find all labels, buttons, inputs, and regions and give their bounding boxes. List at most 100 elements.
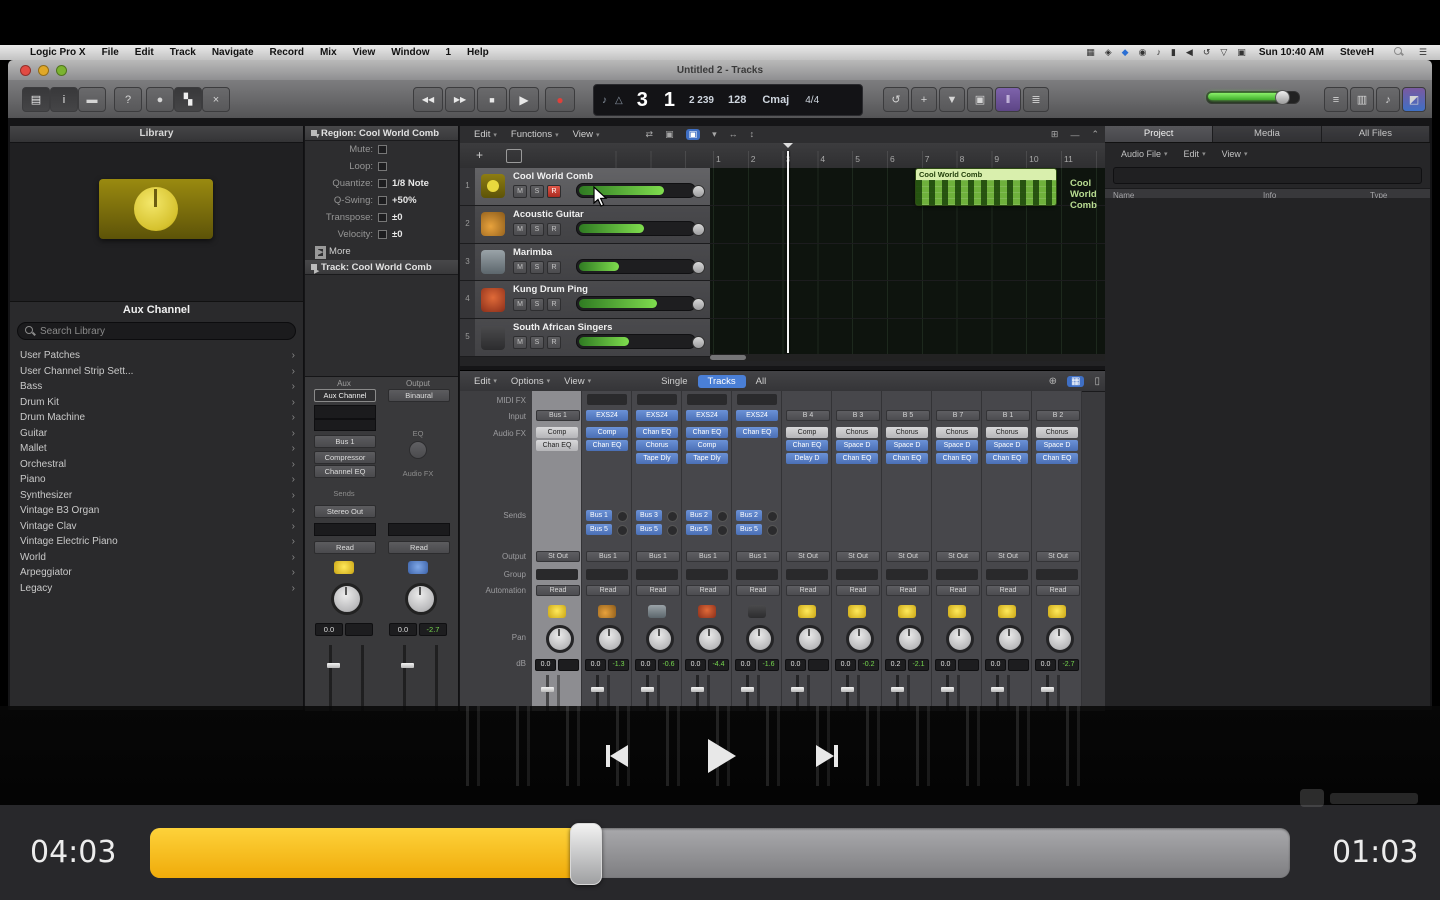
audio-fx-slot[interactable]: Space D (886, 440, 928, 451)
parameter-checkbox[interactable] (378, 213, 387, 222)
mixer-filter-button[interactable]: Single (651, 375, 697, 388)
menu-user[interactable]: SteveH (1332, 47, 1382, 58)
parameter-checkbox[interactable] (378, 230, 387, 239)
send-level-knob[interactable] (767, 511, 778, 522)
mixer-filter-button[interactable]: Tracks (698, 375, 746, 388)
fader-cap[interactable] (327, 663, 340, 668)
mixer-channel-strip[interactable]: B 4 CompChan EQDelay D St Out Read 0.0 (782, 391, 832, 711)
automation-mode-button[interactable]: Read (1036, 585, 1080, 596)
mixer-channel-strip[interactable]: EXS24 Chan EQ Bus 2 Bus 5 (732, 391, 782, 711)
audio-fx-slot[interactable]: Channel EQ (314, 465, 376, 478)
eq-thumbnail[interactable] (314, 405, 376, 419)
auto-zoom-icon[interactable]: ⊞ (1051, 129, 1059, 140)
library-category-item[interactable]: User Patches › (10, 348, 303, 364)
library-category-item[interactable]: Mallet › (10, 441, 303, 457)
mixer-channel-strip[interactable]: EXS24 CompChan EQ Bus 1 Bus 5 (582, 391, 632, 711)
parameter-checkbox[interactable] (378, 162, 387, 171)
send-slot[interactable]: Bus 5 (736, 524, 762, 535)
loops-button[interactable]: ♪ (1376, 87, 1400, 112)
tracks-edit-menu[interactable]: Edit (474, 129, 490, 140)
input-slot[interactable]: B 2 (1036, 410, 1080, 421)
fader-cap[interactable] (401, 663, 414, 668)
library-category-item[interactable]: Arpeggiator › (10, 565, 303, 581)
track-lane[interactable] (710, 206, 1105, 243)
group-slot[interactable] (786, 569, 828, 580)
pan-knob[interactable] (596, 625, 624, 653)
mixer-channel-strip[interactable]: B 2 ChorusSpace DChan EQ St Out Read 0.0 (1032, 391, 1082, 711)
fader-cap[interactable] (541, 687, 554, 692)
track-lane[interactable] (710, 244, 1105, 281)
browser-file-list[interactable] (1105, 198, 1430, 710)
status-icon[interactable]: ↺ (1198, 47, 1216, 58)
menu-track[interactable]: Track (162, 47, 204, 58)
record-enable-button[interactable]: R (547, 261, 561, 274)
track-sort-button[interactable] (506, 149, 522, 163)
audio-fx-slot[interactable]: Chan EQ (736, 427, 778, 438)
audio-fx-slot[interactable]: Comp (786, 427, 828, 438)
track-header[interactable]: 5 South African Singers M S R (460, 319, 710, 356)
horizontal-scrollbar[interactable] (710, 354, 1105, 361)
audio-fx-slot[interactable]: Chan EQ (686, 427, 728, 438)
track-name[interactable]: Kung Drum Ping (513, 284, 588, 295)
smart-controls-button[interactable]: ● (146, 87, 174, 112)
editors-toggle-button[interactable]: × (202, 87, 230, 112)
record-enable-button[interactable]: R (547, 185, 561, 198)
fader-cap[interactable] (791, 687, 804, 692)
track-row[interactable]: 2 Acoustic Guitar M S R (460, 206, 1105, 244)
tracks-tool-icon[interactable]: ↕ (750, 129, 755, 140)
menu-view[interactable]: View (345, 47, 384, 58)
menu-mix[interactable]: Mix (312, 47, 345, 58)
mute-button[interactable]: M (513, 298, 527, 311)
solo-button[interactable]: S (530, 298, 544, 311)
seek-bar-thumb[interactable] (570, 823, 602, 885)
audio-fx-slot[interactable]: Space D (836, 440, 878, 451)
library-category-item[interactable]: Vintage B3 Organ › (10, 503, 303, 519)
mixer-channel-strip[interactable]: B 7 ChorusSpace DChan EQ St Out Read 0.0 (932, 391, 982, 711)
eq-thumbnail2[interactable] (314, 419, 376, 431)
browser-tab[interactable]: Project (1105, 126, 1213, 142)
volume-db-readout[interactable]: 0.0 (785, 659, 806, 671)
pan-slider-knob[interactable] (692, 185, 705, 198)
library-category-item[interactable]: Vintage Clav › (10, 519, 303, 535)
volume-db-readout[interactable]: 0.0 (735, 659, 756, 671)
library-category-item[interactable]: Orchestral › (10, 457, 303, 473)
status-icon[interactable]: ▦ (1081, 47, 1100, 58)
mixer-channel-strip[interactable]: B 1 ChorusSpace DChan EQ St Out Read 0.0 (982, 391, 1032, 711)
volume-db-readout[interactable]: 0.0 (1035, 659, 1056, 671)
track-row[interactable]: 3 Marimba M S R (460, 244, 1105, 282)
browser-edit-menu[interactable]: Edit (1184, 149, 1200, 159)
solo-button[interactable]: S (530, 336, 544, 349)
add-track-button[interactable]: + (476, 148, 483, 162)
mixer-channel-strip[interactable]: Bus 1 CompChan EQ St Out Read 0.0 (532, 391, 582, 711)
track-header[interactable]: 2 Acoustic Guitar M S R (460, 206, 710, 243)
library-category-item[interactable]: Drum Kit › (10, 395, 303, 411)
group-slot[interactable] (986, 569, 1028, 580)
status-icon[interactable]: ▮ (1166, 47, 1181, 58)
automation-mode-button[interactable]: Read (536, 585, 580, 596)
record-enable-button[interactable]: R (547, 223, 561, 236)
mixer-channel-strip[interactable]: EXS24 Chan EQChorusTape Dly Bus 3 Bus 5 (632, 391, 682, 711)
volume-db-readout[interactable]: 0.0 (985, 659, 1006, 671)
audio-fx-slot[interactable]: Comp (586, 427, 628, 438)
solo-button[interactable]: S (530, 223, 544, 236)
library-category-item[interactable]: Synthesizer › (10, 488, 303, 504)
audio-fx-slot[interactable]: Chan EQ (936, 453, 978, 464)
automation-mode-button[interactable]: Read (636, 585, 680, 596)
input-slot[interactable]: EXS24 (636, 410, 678, 421)
audio-fx-slot[interactable]: Tape Dly (686, 453, 728, 464)
pan-knob[interactable] (796, 625, 824, 653)
automation-mode-button[interactable]: Read (388, 541, 450, 554)
seek-bar[interactable] (150, 828, 1290, 878)
automation-mode-button[interactable]: Read (986, 585, 1030, 596)
volume-db-readout[interactable]: 0.2 (885, 659, 906, 671)
output-slot[interactable]: St Out (986, 551, 1030, 562)
send-level-knob[interactable] (717, 511, 728, 522)
status-icon[interactable]: ◈ (1100, 47, 1117, 58)
library-category-item[interactable]: Bass › (10, 379, 303, 395)
parameter-checkbox[interactable] (378, 179, 387, 188)
volume-db-readout[interactable]: 0.0 (835, 659, 856, 671)
audio-fx-slot[interactable]: Chan EQ (536, 440, 578, 451)
region-parameter-row[interactable]: Velocity: ±0 (305, 226, 458, 243)
group-slot[interactable] (536, 569, 578, 580)
input-slot[interactable]: Bus 1 (536, 410, 580, 421)
